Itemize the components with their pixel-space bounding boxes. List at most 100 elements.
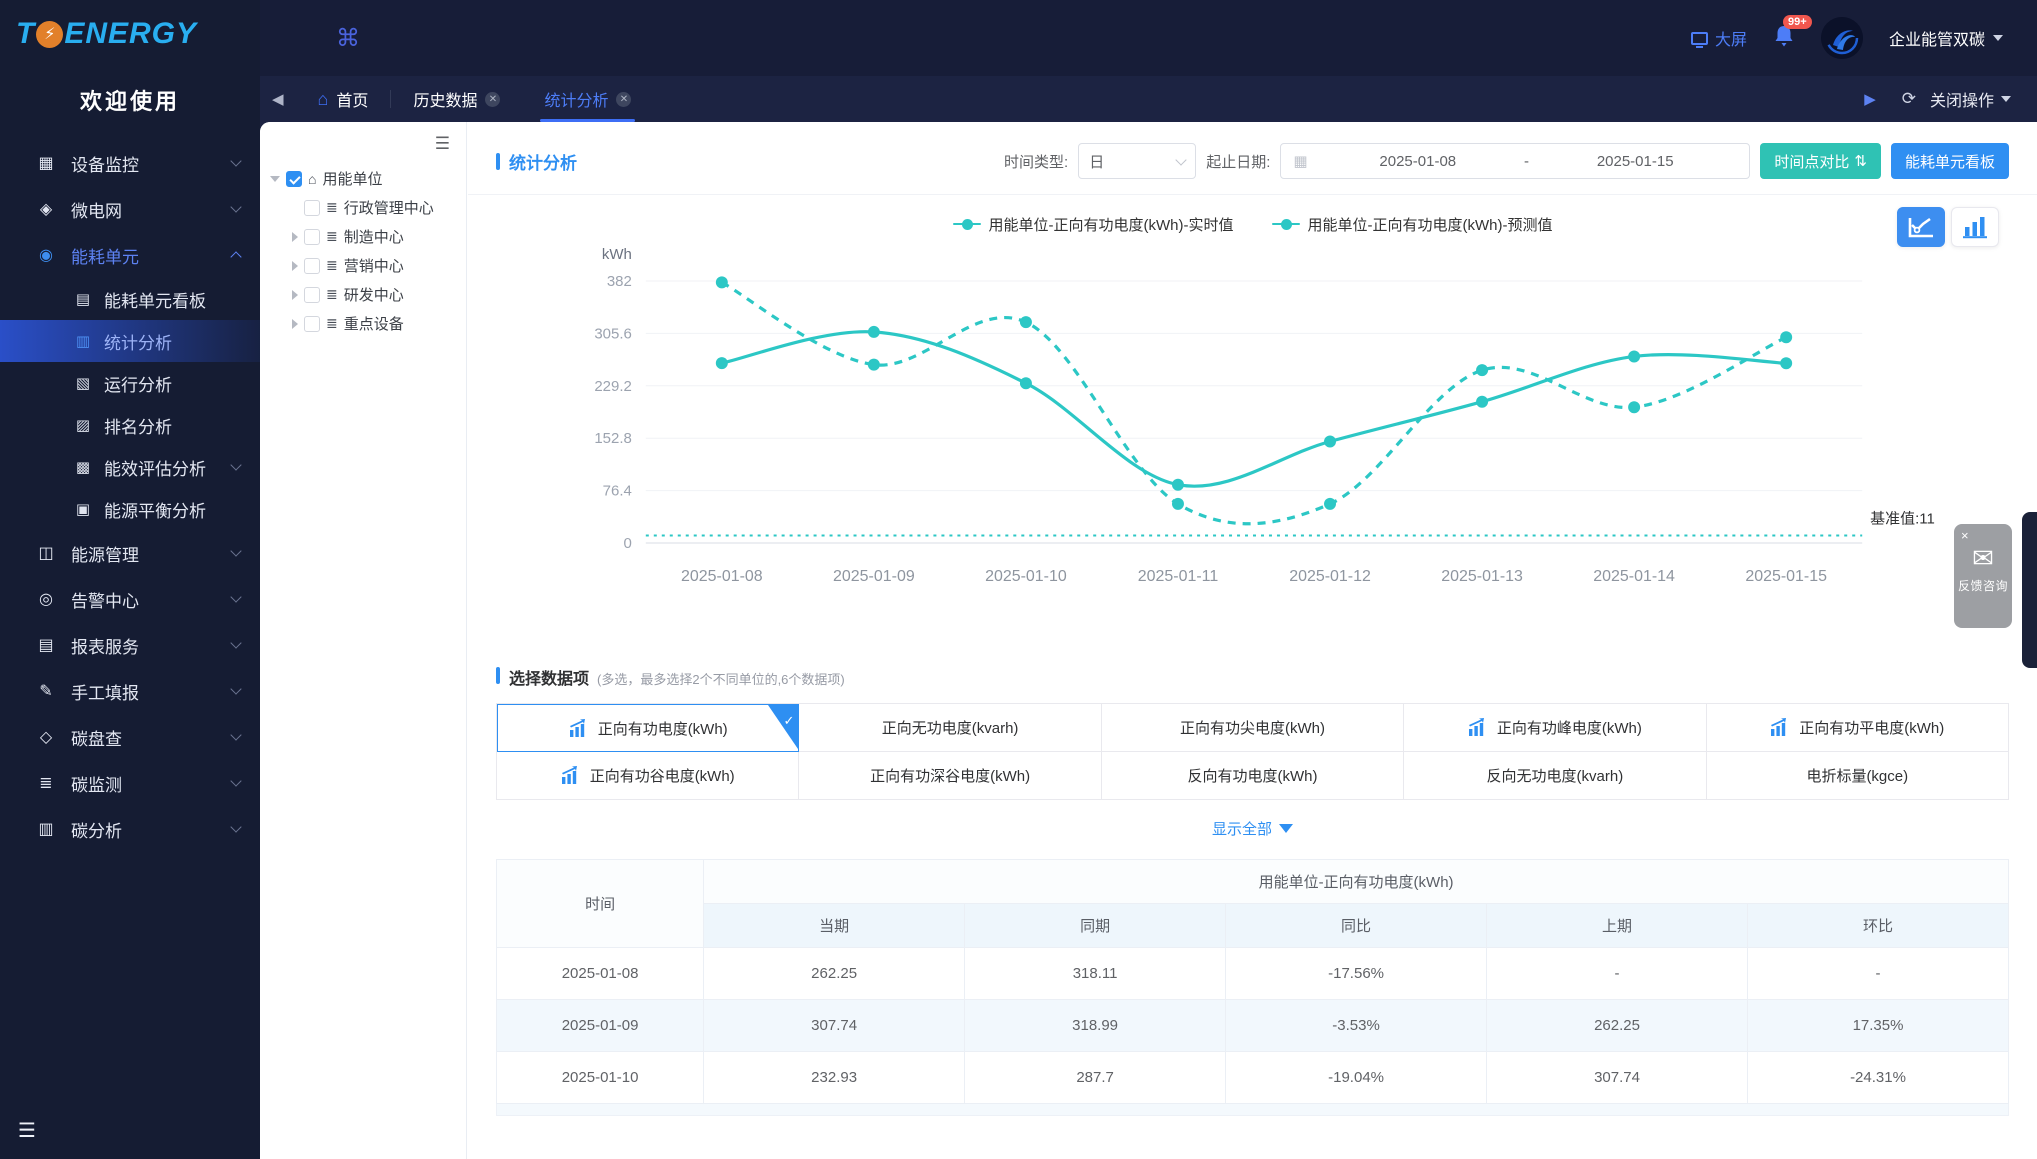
time-point-compare-button[interactable]: 时间点对比 ⇅ bbox=[1760, 143, 1881, 179]
tab-home[interactable]: ⌂ 首页 bbox=[296, 76, 391, 122]
calendar-icon: ▦ bbox=[1293, 153, 1308, 170]
date-range-picker[interactable]: ▦ 2025-01-08 - 2025-01-15 bbox=[1280, 143, 1751, 179]
tab-close-icon[interactable]: ✕ bbox=[485, 91, 501, 107]
tree-checkbox[interactable] bbox=[304, 228, 320, 245]
tab-history-data[interactable]: 历史数据 ✕ bbox=[391, 76, 522, 122]
sidebar-item-statistical-analysis[interactable]: ▥ 统计分析 bbox=[0, 320, 260, 362]
sidebar-item-carbon-inventory[interactable]: ◇ 碳盘查 bbox=[0, 714, 260, 760]
sidebar-collapse-icon[interactable]: ☰ bbox=[18, 1118, 36, 1143]
sidebar-item-report-service[interactable]: ▤ 报表服务 bbox=[0, 622, 260, 668]
tree-node-rd-center[interactable]: ≣ 研发中心 bbox=[270, 280, 458, 309]
data-item-coal-equivalent[interactable]: 电折标量(kgce) bbox=[1706, 752, 2009, 800]
data-item-reverse-active[interactable]: 反向有功电度(kWh) bbox=[1101, 752, 1405, 800]
mini-bar-chart-icon bbox=[1468, 718, 1484, 736]
tree-caret-icon[interactable] bbox=[292, 289, 298, 300]
sidebar-item-alarm-center[interactable]: ◎ 告警中心 bbox=[0, 576, 260, 622]
sidebar-item-microgrid[interactable]: ◈ 微电网 bbox=[0, 186, 260, 232]
tabs-back-icon[interactable]: ◀ bbox=[260, 90, 296, 108]
tab-statistical-analysis[interactable]: 统计分析 ✕ bbox=[522, 76, 653, 122]
avatar[interactable] bbox=[1820, 17, 1863, 59]
side-drawer-handle[interactable] bbox=[2022, 512, 2037, 668]
close-icon[interactable]: × bbox=[1961, 528, 1969, 543]
legend-item[interactable]: 用能单位-正向有功电度(kWh)-预测值 bbox=[1271, 214, 1552, 235]
tree-checkbox[interactable] bbox=[304, 257, 320, 274]
date-from-input[interactable]: 2025-01-08 bbox=[1316, 153, 1520, 170]
sidebar-item-energy-management[interactable]: ◫ 能源管理 bbox=[0, 530, 260, 576]
data-item-forward-reactive[interactable]: 正向无功电度(kvarh) bbox=[799, 704, 1102, 752]
chevron-down-icon bbox=[230, 729, 242, 741]
sidebar-item-energy-balance[interactable]: ▣ 能源平衡分析 bbox=[0, 488, 260, 530]
data-item-forward-active[interactable]: 正向有功电度(kWh) ✓ bbox=[497, 704, 800, 752]
sidebar-item-operation-analysis[interactable]: ▧ 运行分析 bbox=[0, 362, 260, 404]
tree-node-label: 重点设备 bbox=[343, 316, 404, 333]
tree-collapse-icon[interactable]: ☰ bbox=[270, 134, 458, 154]
svg-text:2025-01-11: 2025-01-11 bbox=[1138, 568, 1219, 585]
sidebar-item-carbon-monitor[interactable]: ≣ 碳监测 bbox=[0, 760, 260, 806]
data-item-forward-active-flat[interactable]: 正向有功平电度(kWh) bbox=[1706, 704, 2009, 752]
tree-checkbox[interactable] bbox=[304, 286, 320, 303]
tree-caret-icon[interactable] bbox=[292, 260, 298, 271]
notifications-button[interactable]: 99+ bbox=[1773, 14, 1812, 53]
data-item-forward-active-valley[interactable]: 正向有功谷电度(kWh) bbox=[497, 752, 800, 800]
logo-text-right: ENERGY bbox=[64, 17, 198, 50]
sidebar-item-energy-unit-board[interactable]: ▤ 能耗单元看板 bbox=[0, 278, 260, 320]
tree-checkbox[interactable] bbox=[304, 315, 320, 332]
big-screen-button[interactable]: 大屏 bbox=[1690, 26, 1747, 50]
mini-bar-chart-icon bbox=[561, 766, 577, 784]
data-item-forward-active-peak[interactable]: 正向有功峰电度(kWh) bbox=[1404, 704, 1707, 752]
sidebar-item-label: 能耗单元看板 bbox=[104, 291, 206, 311]
tree-node-marketing-center[interactable]: ≣ 营销中心 bbox=[270, 251, 458, 280]
tree-node-admin-center[interactable]: ≣ 行政管理中心 bbox=[270, 193, 458, 222]
sidebar-item-carbon-analysis[interactable]: ▥ 碳分析 bbox=[0, 806, 260, 852]
chart-legend: 用能单位-正向有功电度(kWh)-实时值 用能单位-正向有功电度(kWh)-预测值 bbox=[496, 211, 2009, 237]
tree-node-key-equipment[interactable]: ≣ 重点设备 bbox=[270, 309, 458, 338]
operation-analysis-icon: ▧ bbox=[75, 375, 91, 392]
check-icon: ✓ bbox=[783, 713, 795, 728]
tree-node-label: 用能单位 bbox=[322, 171, 383, 188]
line-chart-toggle-button[interactable] bbox=[1897, 207, 1945, 247]
mini-bar-chart-icon bbox=[569, 718, 585, 737]
time-type-select[interactable]: 日 bbox=[1078, 143, 1197, 179]
tree-caret-open-icon[interactable] bbox=[270, 175, 280, 182]
date-to-input[interactable]: 2025-01-15 bbox=[1533, 153, 1737, 170]
tree-node-energy-consumer-unit[interactable]: ⌂ 用能单位 bbox=[270, 164, 458, 193]
tree-node-manufacturing-center[interactable]: ≣ 制造中心 bbox=[270, 222, 458, 251]
data-item-reverse-reactive[interactable]: 反向无功电度(kvarh) bbox=[1404, 752, 1707, 800]
data-item-label: 正向有功深谷电度(kWh) bbox=[870, 768, 1031, 785]
data-item-forward-active-sharp[interactable]: 正向有功尖电度(kWh) bbox=[1101, 704, 1405, 752]
tree-caret-icon[interactable] bbox=[292, 231, 298, 242]
chart-type-toggle bbox=[1897, 207, 1999, 247]
refresh-icon[interactable]: ⟳ bbox=[1902, 89, 1916, 109]
notification-badge: 99+ bbox=[1782, 14, 1812, 29]
cell-value: 262.25 bbox=[1486, 999, 1749, 1052]
apps-menu-icon[interactable]: ⌘ bbox=[336, 24, 360, 53]
tree-checkbox-checked[interactable] bbox=[286, 170, 302, 187]
org-switcher[interactable]: 企业能管双碳 bbox=[1889, 26, 2003, 50]
tabs-forward-icon[interactable]: ▶ bbox=[1852, 90, 1888, 108]
section-accent-bar bbox=[496, 667, 500, 684]
big-screen-label: 大屏 bbox=[1714, 32, 1747, 49]
energy-unit-board-button[interactable]: 能耗单元看板 bbox=[1890, 143, 2009, 179]
svg-text:2025-01-12: 2025-01-12 bbox=[1289, 568, 1371, 585]
line-chart-icon bbox=[1908, 217, 1933, 238]
tab-close-icon[interactable]: ✕ bbox=[616, 91, 632, 107]
cell-value: -24.31% bbox=[1747, 1051, 2009, 1104]
sidebar-item-manual-fill[interactable]: ✎ 手工填报 bbox=[0, 668, 260, 714]
tree-caret-icon[interactable] bbox=[292, 318, 298, 329]
show-all-toggle[interactable]: 显示全部 bbox=[496, 818, 2009, 839]
tree-checkbox[interactable] bbox=[304, 199, 320, 216]
alarm-center-icon: ◎ bbox=[39, 591, 53, 608]
data-item-forward-active-deep-valley[interactable]: 正向有功深谷电度(kWh) bbox=[799, 752, 1102, 800]
sidebar-item-ranking-analysis[interactable]: ▨ 排名分析 bbox=[0, 404, 260, 446]
close-operations-dropdown[interactable]: 关闭操作 bbox=[1930, 87, 2011, 111]
tree-node-label: 制造中心 bbox=[343, 229, 404, 246]
sidebar-item-efficiency-evaluation[interactable]: ▩ 能效评估分析 bbox=[0, 446, 260, 488]
feedback-button[interactable]: × ✉ 反馈咨询 bbox=[1954, 524, 2012, 628]
date-range-label: 起止日期: bbox=[1206, 153, 1271, 171]
legend-item[interactable]: 用能单位-正向有功电度(kWh)-实时值 bbox=[952, 214, 1234, 235]
bar-chart-toggle-button[interactable] bbox=[1951, 207, 1999, 247]
sidebar-item-energy-unit[interactable]: ◉ 能耗单元 bbox=[0, 232, 260, 278]
data-items-grid: 正向有功电度(kWh) ✓ 正向无功电度(kvarh) 正向有功尖电度(kWh) 正向有… bbox=[496, 703, 2009, 800]
carbon-monitor-icon: ≣ bbox=[39, 775, 53, 792]
sidebar-item-device-monitor[interactable]: ▦ 设备监控 bbox=[0, 140, 260, 186]
